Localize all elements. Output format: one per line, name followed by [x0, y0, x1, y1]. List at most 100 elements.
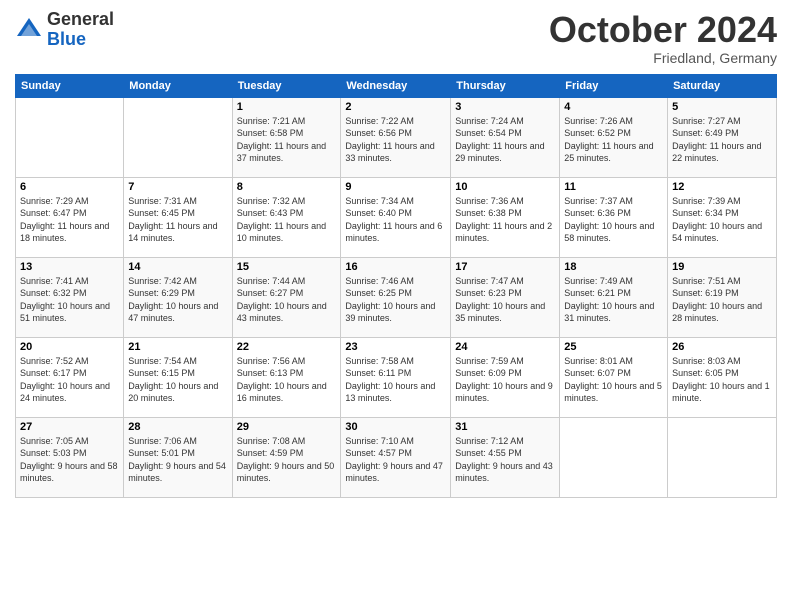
day-info: Sunrise: 8:01 AMSunset: 6:07 PMDaylight:… — [564, 355, 663, 405]
day-number: 30 — [345, 421, 446, 433]
month-title: October 2024 — [549, 10, 777, 50]
day-info: Sunrise: 7:24 AMSunset: 6:54 PMDaylight:… — [455, 115, 555, 165]
page: General Blue October 2024 Friedland, Ger… — [0, 0, 792, 612]
day-number: 25 — [564, 341, 663, 353]
logo-icon — [15, 16, 43, 44]
day-number: 26 — [672, 341, 772, 353]
calendar-cell: 17 Sunrise: 7:47 AMSunset: 6:23 PMDayligh… — [451, 257, 560, 337]
calendar-cell: 24Sunrise: 7:59 AMSunset: 6:09 PMDayligh… — [451, 337, 560, 417]
calendar-cell: 6Sunrise: 7:29 AMSunset: 6:47 PMDaylight… — [16, 177, 124, 257]
day-info: Sunrise: 7:42 AMSunset: 6:29 PMDaylight:… — [128, 275, 227, 325]
day-info: Sunrise: 7:26 AMSunset: 6:52 PMDaylight:… — [564, 115, 663, 165]
day-info: Sunrise: 7:21 AMSunset: 6:58 PMDaylight:… — [237, 115, 337, 165]
calendar-cell: 11 Sunrise: 7:37 AMSunset: 6:36 PMDayligh… — [560, 177, 668, 257]
calendar-cell — [124, 97, 232, 177]
day-number: 29 — [237, 421, 337, 433]
day-info: Sunrise: 7:29 AMSunset: 6:47 PMDaylight:… — [20, 195, 119, 245]
location: Friedland, Germany — [549, 50, 777, 66]
day-number: 27 — [20, 421, 119, 433]
day-number: 8 — [237, 181, 337, 193]
calendar-cell: 20 Sunrise: 7:52 AMSunset: 6:17 PMDayligh… — [16, 337, 124, 417]
day-number: 21 — [128, 341, 227, 353]
day-number: 22 — [237, 341, 337, 353]
day-info: Sunrise: 7:58 AMSunset: 6:11 PMDaylight:… — [345, 355, 446, 405]
calendar-cell: 13 Sunrise: 7:41 AMSunset: 6:32 PMDayligh… — [16, 257, 124, 337]
day-number: 18 — [564, 261, 663, 273]
day-number: 23 — [345, 341, 446, 353]
logo-general: General — [47, 10, 114, 30]
calendar-cell — [560, 417, 668, 497]
logo: General Blue — [15, 10, 114, 50]
day-info: Sunrise: 7:39 AMSunset: 6:34 PMDaylight:… — [672, 195, 772, 245]
calendar-cell: 26 Sunrise: 8:03 AMSunset: 6:05 PMDayligh… — [668, 337, 777, 417]
th-tuesday: Tuesday — [232, 74, 341, 97]
day-info: Sunrise: 7:44 AMSunset: 6:27 PMDaylight:… — [237, 275, 337, 325]
day-number: 16 — [345, 261, 446, 273]
day-number: 20 — [20, 341, 119, 353]
day-info: Sunrise: 7:41 AMSunset: 6:32 PMDaylight:… — [20, 275, 119, 325]
calendar-cell: 28 Sunrise: 7:06 AMSunset: 5:01 PMDayligh… — [124, 417, 232, 497]
calendar-cell: 18 Sunrise: 7:49 AMSunset: 6:21 PMDayligh… — [560, 257, 668, 337]
day-info: Sunrise: 7:56 AMSunset: 6:13 PMDaylight:… — [237, 355, 337, 405]
th-monday: Monday — [124, 74, 232, 97]
calendar-cell: 30 Sunrise: 7:10 AMSunset: 4:57 PMDayligh… — [341, 417, 451, 497]
calendar-cell: 19 Sunrise: 7:51 AMSunset: 6:19 PMDayligh… — [668, 257, 777, 337]
day-info: Sunrise: 7:22 AMSunset: 6:56 PMDaylight:… — [345, 115, 446, 165]
day-info: Sunrise: 7:10 AMSunset: 4:57 PMDaylight:… — [345, 435, 446, 485]
day-number: 9 — [345, 181, 446, 193]
calendar-cell: 2Sunrise: 7:22 AMSunset: 6:56 PMDaylight… — [341, 97, 451, 177]
day-info: Sunrise: 7:47 AMSunset: 6:23 PMDaylight:… — [455, 275, 555, 325]
day-number: 7 — [128, 181, 227, 193]
day-number: 1 — [237, 101, 337, 113]
calendar-header-row: Sunday Monday Tuesday Wednesday Thursday… — [16, 74, 777, 97]
calendar-cell: 16 Sunrise: 7:46 AMSunset: 6:25 PMDayligh… — [341, 257, 451, 337]
day-number: 5 — [672, 101, 772, 113]
header: General Blue October 2024 Friedland, Ger… — [15, 10, 777, 66]
day-number: 17 — [455, 261, 555, 273]
calendar-cell: 21 Sunrise: 7:54 AMSunset: 6:15 PMDayligh… — [124, 337, 232, 417]
day-info: Sunrise: 7:54 AMSunset: 6:15 PMDaylight:… — [128, 355, 227, 405]
calendar-cell: 15 Sunrise: 7:44 AMSunset: 6:27 PMDayligh… — [232, 257, 341, 337]
calendar-cell — [668, 417, 777, 497]
day-info: Sunrise: 7:36 AMSunset: 6:38 PMDaylight:… — [455, 195, 555, 245]
calendar-cell: 12Sunrise: 7:39 AMSunset: 6:34 PMDayligh… — [668, 177, 777, 257]
calendar-table: Sunday Monday Tuesday Wednesday Thursday… — [15, 74, 777, 498]
day-number: 10 — [455, 181, 555, 193]
day-info: Sunrise: 7:06 AMSunset: 5:01 PMDaylight:… — [128, 435, 227, 485]
logo-text: General Blue — [47, 10, 114, 50]
th-thursday: Thursday — [451, 74, 560, 97]
calendar-week-2: 13 Sunrise: 7:41 AMSunset: 6:32 PMDayligh… — [16, 257, 777, 337]
th-friday: Friday — [560, 74, 668, 97]
calendar-cell: 5Sunrise: 7:27 AMSunset: 6:49 PMDaylight… — [668, 97, 777, 177]
calendar-cell — [16, 97, 124, 177]
day-info: Sunrise: 7:51 AMSunset: 6:19 PMDaylight:… — [672, 275, 772, 325]
day-number: 11 — [564, 181, 663, 193]
day-info: Sunrise: 7:37 AMSunset: 6:36 PMDaylight:… — [564, 195, 663, 245]
day-number: 13 — [20, 261, 119, 273]
logo-blue: Blue — [47, 30, 114, 50]
day-number: 15 — [237, 261, 337, 273]
th-saturday: Saturday — [668, 74, 777, 97]
title-block: October 2024 Friedland, Germany — [549, 10, 777, 66]
day-info: Sunrise: 7:46 AMSunset: 6:25 PMDaylight:… — [345, 275, 446, 325]
day-number: 14 — [128, 261, 227, 273]
day-info: Sunrise: 7:49 AMSunset: 6:21 PMDaylight:… — [564, 275, 663, 325]
day-number: 3 — [455, 101, 555, 113]
calendar-cell: 14 Sunrise: 7:42 AMSunset: 6:29 PMDayligh… — [124, 257, 232, 337]
day-info: Sunrise: 8:03 AMSunset: 6:05 PMDaylight:… — [672, 355, 772, 405]
day-info: Sunrise: 7:52 AMSunset: 6:17 PMDaylight:… — [20, 355, 119, 405]
day-info: Sunrise: 7:31 AMSunset: 6:45 PMDaylight:… — [128, 195, 227, 245]
calendar-cell: 23 Sunrise: 7:58 AMSunset: 6:11 PMDayligh… — [341, 337, 451, 417]
calendar-cell: 25 Sunrise: 8:01 AMSunset: 6:07 PMDayligh… — [560, 337, 668, 417]
calendar-cell: 8Sunrise: 7:32 AMSunset: 6:43 PMDaylight… — [232, 177, 341, 257]
day-number: 28 — [128, 421, 227, 433]
calendar-cell: 7 Sunrise: 7:31 AMSunset: 6:45 PMDaylight… — [124, 177, 232, 257]
calendar-cell: 4Sunrise: 7:26 AMSunset: 6:52 PMDaylight… — [560, 97, 668, 177]
calendar-cell: 3 Sunrise: 7:24 AMSunset: 6:54 PMDaylight… — [451, 97, 560, 177]
day-info: Sunrise: 7:34 AMSunset: 6:40 PMDaylight:… — [345, 195, 446, 245]
calendar-cell: 29Sunrise: 7:08 AMSunset: 4:59 PMDayligh… — [232, 417, 341, 497]
day-number: 19 — [672, 261, 772, 273]
day-info: Sunrise: 7:59 AMSunset: 6:09 PMDaylight:… — [455, 355, 555, 405]
calendar-week-4: 27Sunrise: 7:05 AMSunset: 5:03 PMDayligh… — [16, 417, 777, 497]
day-info: Sunrise: 7:12 AMSunset: 4:55 PMDaylight:… — [455, 435, 555, 485]
